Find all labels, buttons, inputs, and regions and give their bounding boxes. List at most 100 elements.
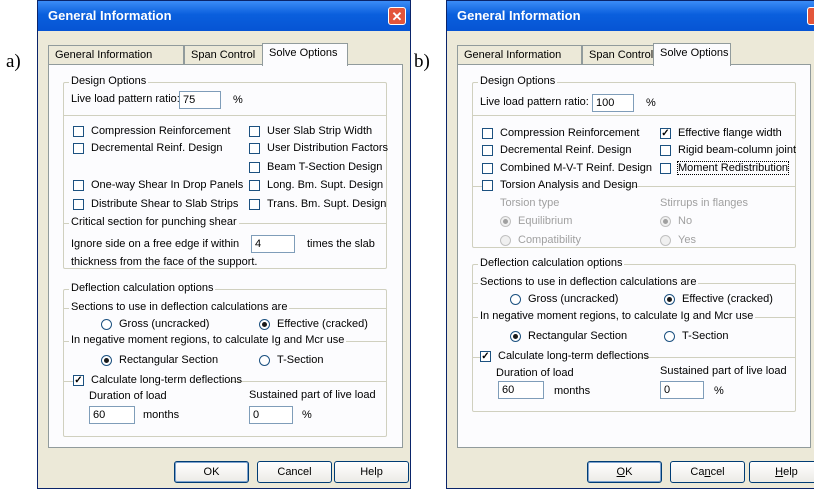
ok-mnemonic: O (616, 466, 626, 478)
ok-button[interactable]: OK (587, 461, 662, 483)
checkbox-box[interactable] (482, 145, 493, 156)
sustained-input[interactable]: 0 (249, 406, 293, 424)
radio-dot[interactable] (500, 216, 511, 227)
divider (64, 115, 386, 116)
design-options-label: Design Options (478, 75, 558, 87)
radio-dot[interactable] (101, 319, 112, 330)
live-load-label: Live load pattern ratio: (480, 96, 589, 108)
tab-page: Design Options Live load pattern ratio: … (457, 64, 811, 448)
help-button[interactable]: Help (749, 461, 814, 483)
checkbox-label: Beam T-Section Design (267, 161, 383, 173)
checkbox-box[interactable] (73, 180, 84, 191)
radio-dot[interactable] (101, 355, 112, 366)
cancel-button[interactable]: Cancel (257, 461, 332, 483)
checkbox-box[interactable] (482, 128, 493, 139)
months-label: months (143, 409, 180, 421)
radio-dot[interactable] (510, 331, 521, 342)
checkbox-box[interactable] (249, 180, 260, 191)
cancel-label-pre: Ca (690, 466, 705, 478)
cancel-button[interactable]: Cancel (670, 461, 745, 483)
radio-dot[interactable] (510, 294, 521, 305)
checkbox-box[interactable]: ✓ (480, 351, 491, 362)
radio-label: Gross (uncracked) (119, 318, 210, 330)
checkbox-box[interactable]: ✓ (660, 128, 671, 139)
close-icon[interactable]: ✕ (388, 7, 406, 25)
punching-input[interactable]: 4 (251, 235, 295, 253)
duration-label: Duration of load (89, 390, 167, 402)
dialog-a: General Information ✕ General Informatio… (37, 0, 411, 489)
stirrups-label: Stirrups in flanges (660, 197, 749, 209)
checkbox-label: Compression Reinforcement (91, 125, 231, 137)
live-load-input[interactable]: 75 (179, 91, 221, 109)
duration-input[interactable]: 60 (498, 381, 544, 399)
duration-label: Duration of load (496, 367, 574, 379)
tab-solve-options[interactable]: Solve Options (262, 43, 348, 66)
checkbox-label: Effective flange width (678, 127, 782, 139)
tab-general-information[interactable]: General Information (48, 45, 184, 65)
checkbox-box[interactable] (73, 199, 84, 210)
checkbox-box[interactable] (249, 199, 260, 210)
sections-label: Sections to use in deflection calculatio… (69, 301, 290, 313)
radio-dot[interactable] (500, 235, 511, 246)
negative-moment-label: In negative moment regions, to calculate… (478, 310, 756, 322)
radio-dot[interactable] (259, 319, 270, 330)
help-button[interactable]: Help (334, 461, 409, 483)
checkbox-label: Torsion Analysis and Design (500, 179, 638, 191)
tab-solve-options[interactable]: Solve Options (653, 43, 731, 66)
sustained-input[interactable]: 0 (660, 381, 704, 399)
radio-dot[interactable] (660, 235, 671, 246)
live-load-unit: % (233, 94, 243, 106)
checkbox-box[interactable] (73, 126, 84, 137)
checkbox-box[interactable] (249, 162, 260, 173)
title-bar[interactable]: General Information (447, 1, 814, 31)
deflection-label: Deflection calculation options (478, 257, 625, 269)
checkbox-box[interactable] (482, 180, 493, 191)
checkbox-box[interactable] (249, 143, 260, 154)
checkbox-long-term[interactable]: ✓ Calculate long-term deflections (480, 350, 649, 362)
title-bar[interactable]: General Information ✕ (38, 1, 410, 31)
tab-general-information[interactable]: General Information (457, 45, 582, 65)
radio-dot[interactable] (259, 355, 270, 366)
radio-label: Rectangular Section (119, 354, 219, 366)
tab-span-control[interactable]: Span Control (184, 45, 263, 65)
checkbox-label: One-way Shear In Drop Panels (91, 179, 244, 191)
ok-button[interactable]: OK (174, 461, 249, 483)
checkbox-label: User Slab Strip Width (267, 125, 373, 137)
live-load-input[interactable]: 100 (592, 94, 634, 112)
live-load-unit: % (646, 97, 656, 109)
checkbox-label: Calculate long-term deflections (498, 350, 650, 362)
checkbox-label: User Distribution Factors (267, 142, 389, 154)
checkbox-long-term[interactable]: ✓ Calculate long-term deflections (73, 374, 242, 386)
radio-dot[interactable] (664, 294, 675, 305)
panel-label-b: b) (414, 51, 430, 72)
checkbox-box[interactable] (249, 126, 260, 137)
radio-label: T-Section (277, 354, 324, 366)
duration-input[interactable]: 60 (89, 406, 135, 424)
radio-label: T-Section (682, 330, 729, 342)
sustained-label: Sustained part of live load (660, 365, 787, 377)
checkbox-box[interactable] (660, 145, 671, 156)
help-mnemonic: H (775, 466, 784, 478)
checkbox-box[interactable] (73, 143, 84, 154)
percent-label: % (302, 409, 312, 421)
checkbox-torsion-analysis[interactable]: Torsion Analysis and Design (482, 179, 638, 191)
checkbox-label: Decremental Reinf. Design (91, 142, 223, 154)
punching-text-2: thickness from the face of the support. (71, 256, 258, 268)
checkbox-box[interactable]: ✓ (73, 375, 84, 386)
percent-label: % (714, 385, 724, 397)
radio-dot[interactable] (660, 216, 671, 227)
close-icon[interactable] (807, 7, 814, 25)
radio-label: Gross (uncracked) (528, 293, 619, 305)
checkbox-box[interactable] (660, 163, 671, 174)
panel-label-a: a) (6, 51, 21, 72)
checkbox-label: Rigid beam-column joint (678, 144, 796, 156)
tab-span-control[interactable]: Span Control (582, 45, 654, 65)
checkbox-label: Decremental Reinf. Design (500, 144, 632, 156)
sections-label: Sections to use in deflection calculatio… (478, 276, 699, 288)
radio-dot[interactable] (664, 331, 675, 342)
radio-label: Effective (cracked) (682, 293, 773, 305)
checkbox-box[interactable] (482, 163, 493, 174)
cancel-label-post: cel (710, 466, 725, 478)
radio-label: Compatibility (518, 234, 581, 246)
checkbox-label: Trans. Bm. Supt. Design (267, 198, 387, 210)
